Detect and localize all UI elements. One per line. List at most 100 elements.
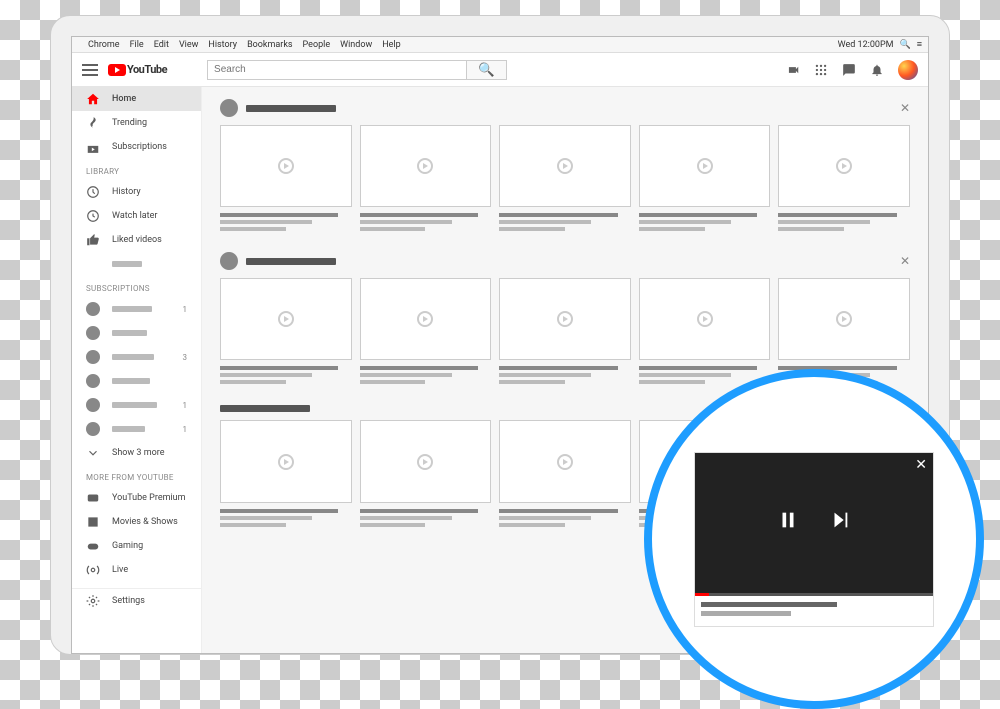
- mini-player-meta: [695, 596, 933, 626]
- gear-icon: [86, 594, 100, 608]
- play-icon: [557, 311, 573, 327]
- fire-icon: [86, 116, 100, 130]
- video-card[interactable]: [639, 278, 771, 387]
- sidebar-show-more[interactable]: Show 3 more: [72, 441, 201, 465]
- video-meta-placeholder: [360, 366, 492, 384]
- home-icon: [86, 92, 100, 106]
- gaming-icon: [86, 539, 100, 553]
- movies-icon: [86, 515, 100, 529]
- sidebar-sub-channel[interactable]: 3: [72, 345, 201, 369]
- video-card[interactable]: [499, 420, 631, 529]
- menu-people[interactable]: People: [303, 40, 331, 50]
- menu-window[interactable]: Window: [340, 40, 372, 50]
- sidebar-item-settings[interactable]: Settings: [72, 589, 201, 613]
- video-card[interactable]: [220, 125, 352, 234]
- sidebar-item-home[interactable]: Home: [72, 87, 201, 111]
- sidebar-item-movies[interactable]: Movies & Shows: [72, 510, 201, 534]
- sidebar-item-history[interactable]: History: [72, 180, 201, 204]
- mini-player[interactable]: ✕: [694, 452, 934, 627]
- video-card[interactable]: [499, 278, 631, 387]
- shelf-close-icon[interactable]: ✕: [900, 101, 910, 115]
- pause-icon[interactable]: [777, 509, 799, 536]
- play-icon: [557, 454, 573, 470]
- video-thumbnail[interactable]: [499, 278, 631, 360]
- shelf-title-placeholder: [246, 105, 336, 112]
- placeholder: [112, 402, 157, 408]
- sidebar-sub-channel[interactable]: 1: [72, 297, 201, 321]
- video-card[interactable]: [220, 278, 352, 387]
- search-bar: 🔍: [207, 60, 507, 80]
- bell-icon[interactable]: [870, 63, 884, 77]
- sidebar-sub-channel[interactable]: [72, 369, 201, 393]
- sidebar-sub-channel[interactable]: [72, 321, 201, 345]
- sidebar-item-playlist[interactable]: [72, 252, 201, 276]
- placeholder: [112, 378, 150, 384]
- create-video-icon[interactable]: [786, 63, 800, 77]
- youtube-logo[interactable]: YouTube: [108, 63, 167, 76]
- video-card[interactable]: [360, 278, 492, 387]
- video-card[interactable]: [360, 420, 492, 529]
- menu-edit[interactable]: Edit: [154, 40, 169, 50]
- youtube-icon: [86, 491, 100, 505]
- video-thumbnail[interactable]: [639, 278, 771, 360]
- list-icon: [86, 257, 100, 271]
- search-icon: 🔍: [480, 63, 494, 77]
- search-button[interactable]: 🔍: [467, 60, 507, 80]
- channel-avatar-icon[interactable]: [220, 252, 238, 270]
- video-meta-placeholder: [499, 509, 631, 527]
- sidebar-item-gaming[interactable]: Gaming: [72, 534, 201, 558]
- sidebar-item-subscriptions[interactable]: Subscriptions: [72, 135, 201, 159]
- spotlight-icon[interactable]: 🔍: [900, 40, 911, 50]
- video-thumbnail[interactable]: [778, 278, 910, 360]
- youtube-logo-text: YouTube: [127, 63, 167, 76]
- menu-view[interactable]: View: [179, 40, 198, 50]
- shelf-title-placeholder: [246, 258, 336, 265]
- video-thumbnail[interactable]: [220, 125, 352, 207]
- menu-bookmarks[interactable]: Bookmarks: [247, 40, 292, 50]
- sidebar-sub-channel[interactable]: 1: [72, 417, 201, 441]
- sidebar-item-trending[interactable]: Trending: [72, 111, 201, 135]
- channel-avatar-icon[interactable]: [220, 99, 238, 117]
- video-thumbnail[interactable]: [778, 125, 910, 207]
- menu-history[interactable]: History: [208, 40, 237, 50]
- menu-help[interactable]: Help: [382, 40, 400, 50]
- video-meta-placeholder: [220, 366, 352, 384]
- sidebar-item-live[interactable]: Live: [72, 558, 201, 582]
- user-avatar[interactable]: [898, 60, 918, 80]
- video-thumbnail[interactable]: [220, 420, 352, 502]
- sidebar-label: Show 3 more: [112, 448, 164, 458]
- mini-player-close-icon[interactable]: ✕: [915, 457, 927, 473]
- menu-chrome[interactable]: Chrome: [88, 40, 120, 50]
- video-thumbnail[interactable]: [360, 125, 492, 207]
- video-thumbnail[interactable]: [499, 125, 631, 207]
- apps-icon[interactable]: [814, 63, 828, 77]
- video-meta-placeholder: [360, 213, 492, 231]
- video-thumbnail[interactable]: [639, 125, 771, 207]
- shelf-header: ✕: [220, 99, 910, 117]
- next-track-icon[interactable]: [829, 509, 851, 536]
- sidebar-sub-channel[interactable]: 1: [72, 393, 201, 417]
- video-card[interactable]: [639, 125, 771, 234]
- menubar-list-icon[interactable]: ≡: [917, 39, 922, 50]
- play-icon: [278, 454, 294, 470]
- placeholder: [112, 426, 145, 432]
- video-thumbnail[interactable]: [220, 278, 352, 360]
- video-card[interactable]: [360, 125, 492, 234]
- hamburger-icon[interactable]: [82, 64, 98, 76]
- messages-icon[interactable]: [842, 63, 856, 77]
- search-input[interactable]: [207, 60, 467, 80]
- mini-player-video[interactable]: ✕: [695, 453, 933, 593]
- video-card[interactable]: [220, 420, 352, 529]
- sidebar-item-premium[interactable]: YouTube Premium: [72, 486, 201, 510]
- shelf-close-icon[interactable]: ✕: [900, 254, 910, 268]
- video-thumbnail[interactable]: [360, 278, 492, 360]
- video-card[interactable]: [778, 125, 910, 234]
- sidebar-item-liked[interactable]: Liked videos: [72, 228, 201, 252]
- menu-file[interactable]: File: [130, 40, 144, 50]
- sidebar-label: Trending: [112, 118, 147, 128]
- video-thumbnail[interactable]: [499, 420, 631, 502]
- video-card[interactable]: [499, 125, 631, 234]
- video-thumbnail[interactable]: [360, 420, 492, 502]
- sidebar-item-watch-later[interactable]: Watch later: [72, 204, 201, 228]
- channel-avatar-icon: [86, 350, 100, 364]
